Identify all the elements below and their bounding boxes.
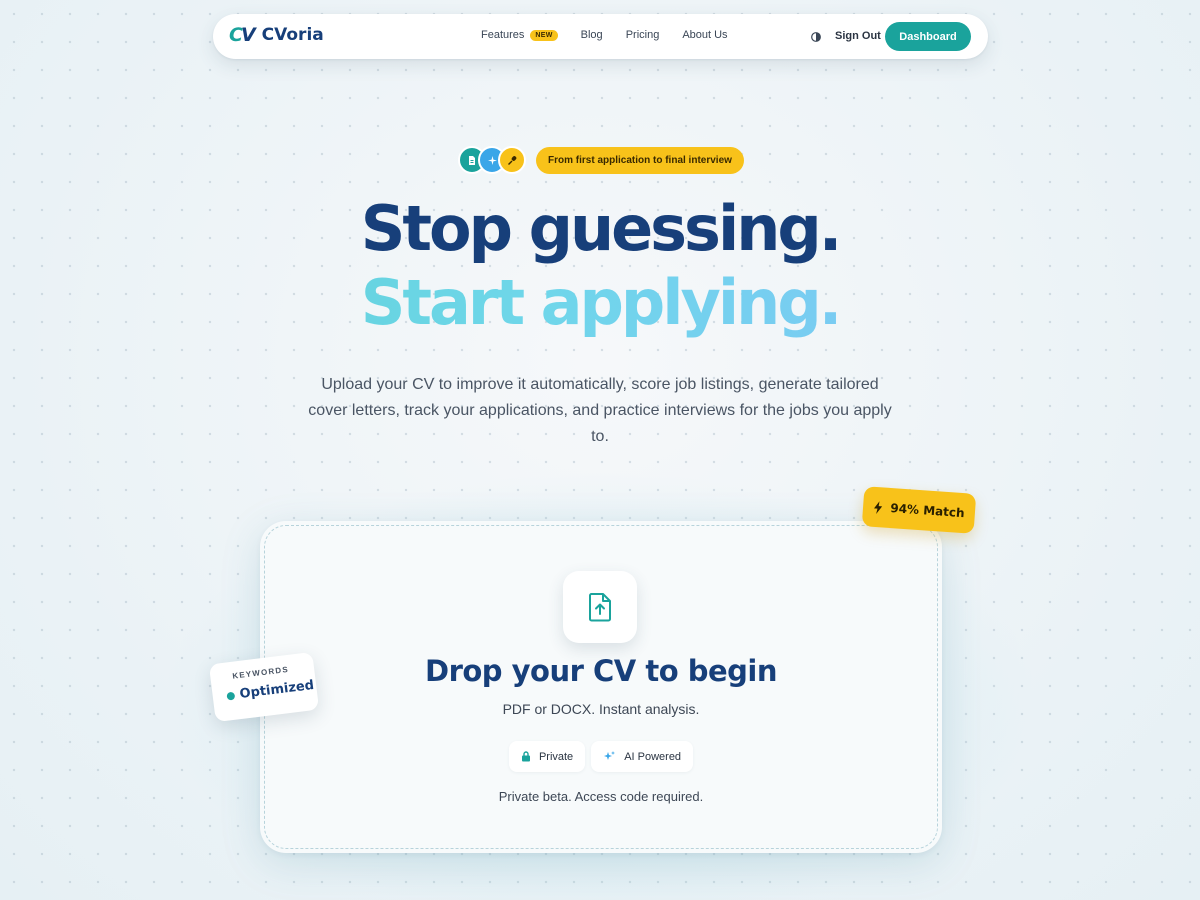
lock-icon — [521, 751, 530, 762]
chip-ai-powered: AI Powered — [591, 741, 694, 772]
new-badge: NEW — [530, 29, 558, 41]
match-score-label: 94% Match — [889, 501, 966, 521]
nav-link-label: Features — [481, 29, 525, 41]
headline-line-1: Stop guessing. — [360, 192, 843, 265]
tagline-pill: From first application to final intervie… — [458, 146, 744, 174]
chip-label: Private — [538, 750, 574, 763]
nav-link-features[interactable]: Features NEW — [481, 29, 558, 41]
sign-out-link[interactable]: Sign Out — [835, 30, 881, 42]
theme-toggle-icon[interactable] — [810, 30, 822, 42]
keywords-value-text: Optimized — [238, 677, 315, 702]
hero-subtitle: Upload your CV to improve it automatical… — [308, 376, 892, 445]
dashboard-button[interactable]: Dashboard — [885, 22, 971, 51]
brand-mark: CV — [229, 24, 256, 46]
keywords-label: KEYWORDS — [231, 664, 290, 681]
dropzone-title: Drop your CV to begin — [425, 654, 778, 688]
tagline-text: From first application to final intervie… — [536, 146, 744, 174]
cv-dropzone[interactable]: Drop your CV to begin PDF or DOCX. Insta… — [260, 521, 942, 853]
chip-private: Private — [508, 741, 586, 772]
nav-link-about-us[interactable]: About Us — [682, 29, 727, 41]
lightning-icon — [874, 500, 883, 514]
beta-note: Private beta. Access code required. — [498, 789, 704, 804]
nav-link-pricing[interactable]: Pricing — [626, 29, 660, 41]
status-dot — [226, 691, 236, 701]
brand-name: CVoria — [261, 25, 324, 45]
file-upload-icon[interactable] — [563, 571, 637, 643]
nav-link-blog[interactable]: Blog — [581, 29, 603, 41]
match-score-badge: 94% Match — [861, 486, 977, 534]
brand-logo[interactable]: CV CVoria — [229, 24, 324, 46]
nav-links: Features NEW Blog Pricing About Us — [481, 29, 751, 41]
feature-chips: Private AI Powered — [260, 741, 942, 772]
keywords-value: Optimized — [226, 678, 315, 704]
headline-line-2: Start applying. — [0, 266, 1200, 339]
microphone-icon — [498, 146, 526, 174]
sparkle-icon — [604, 751, 616, 760]
chip-label: AI Powered — [624, 750, 682, 763]
dropzone-subtitle: PDF or DOCX. Instant analysis. — [502, 701, 700, 717]
top-navbar: CV CVoria Features NEW Blog Pricing Abou… — [213, 14, 988, 59]
